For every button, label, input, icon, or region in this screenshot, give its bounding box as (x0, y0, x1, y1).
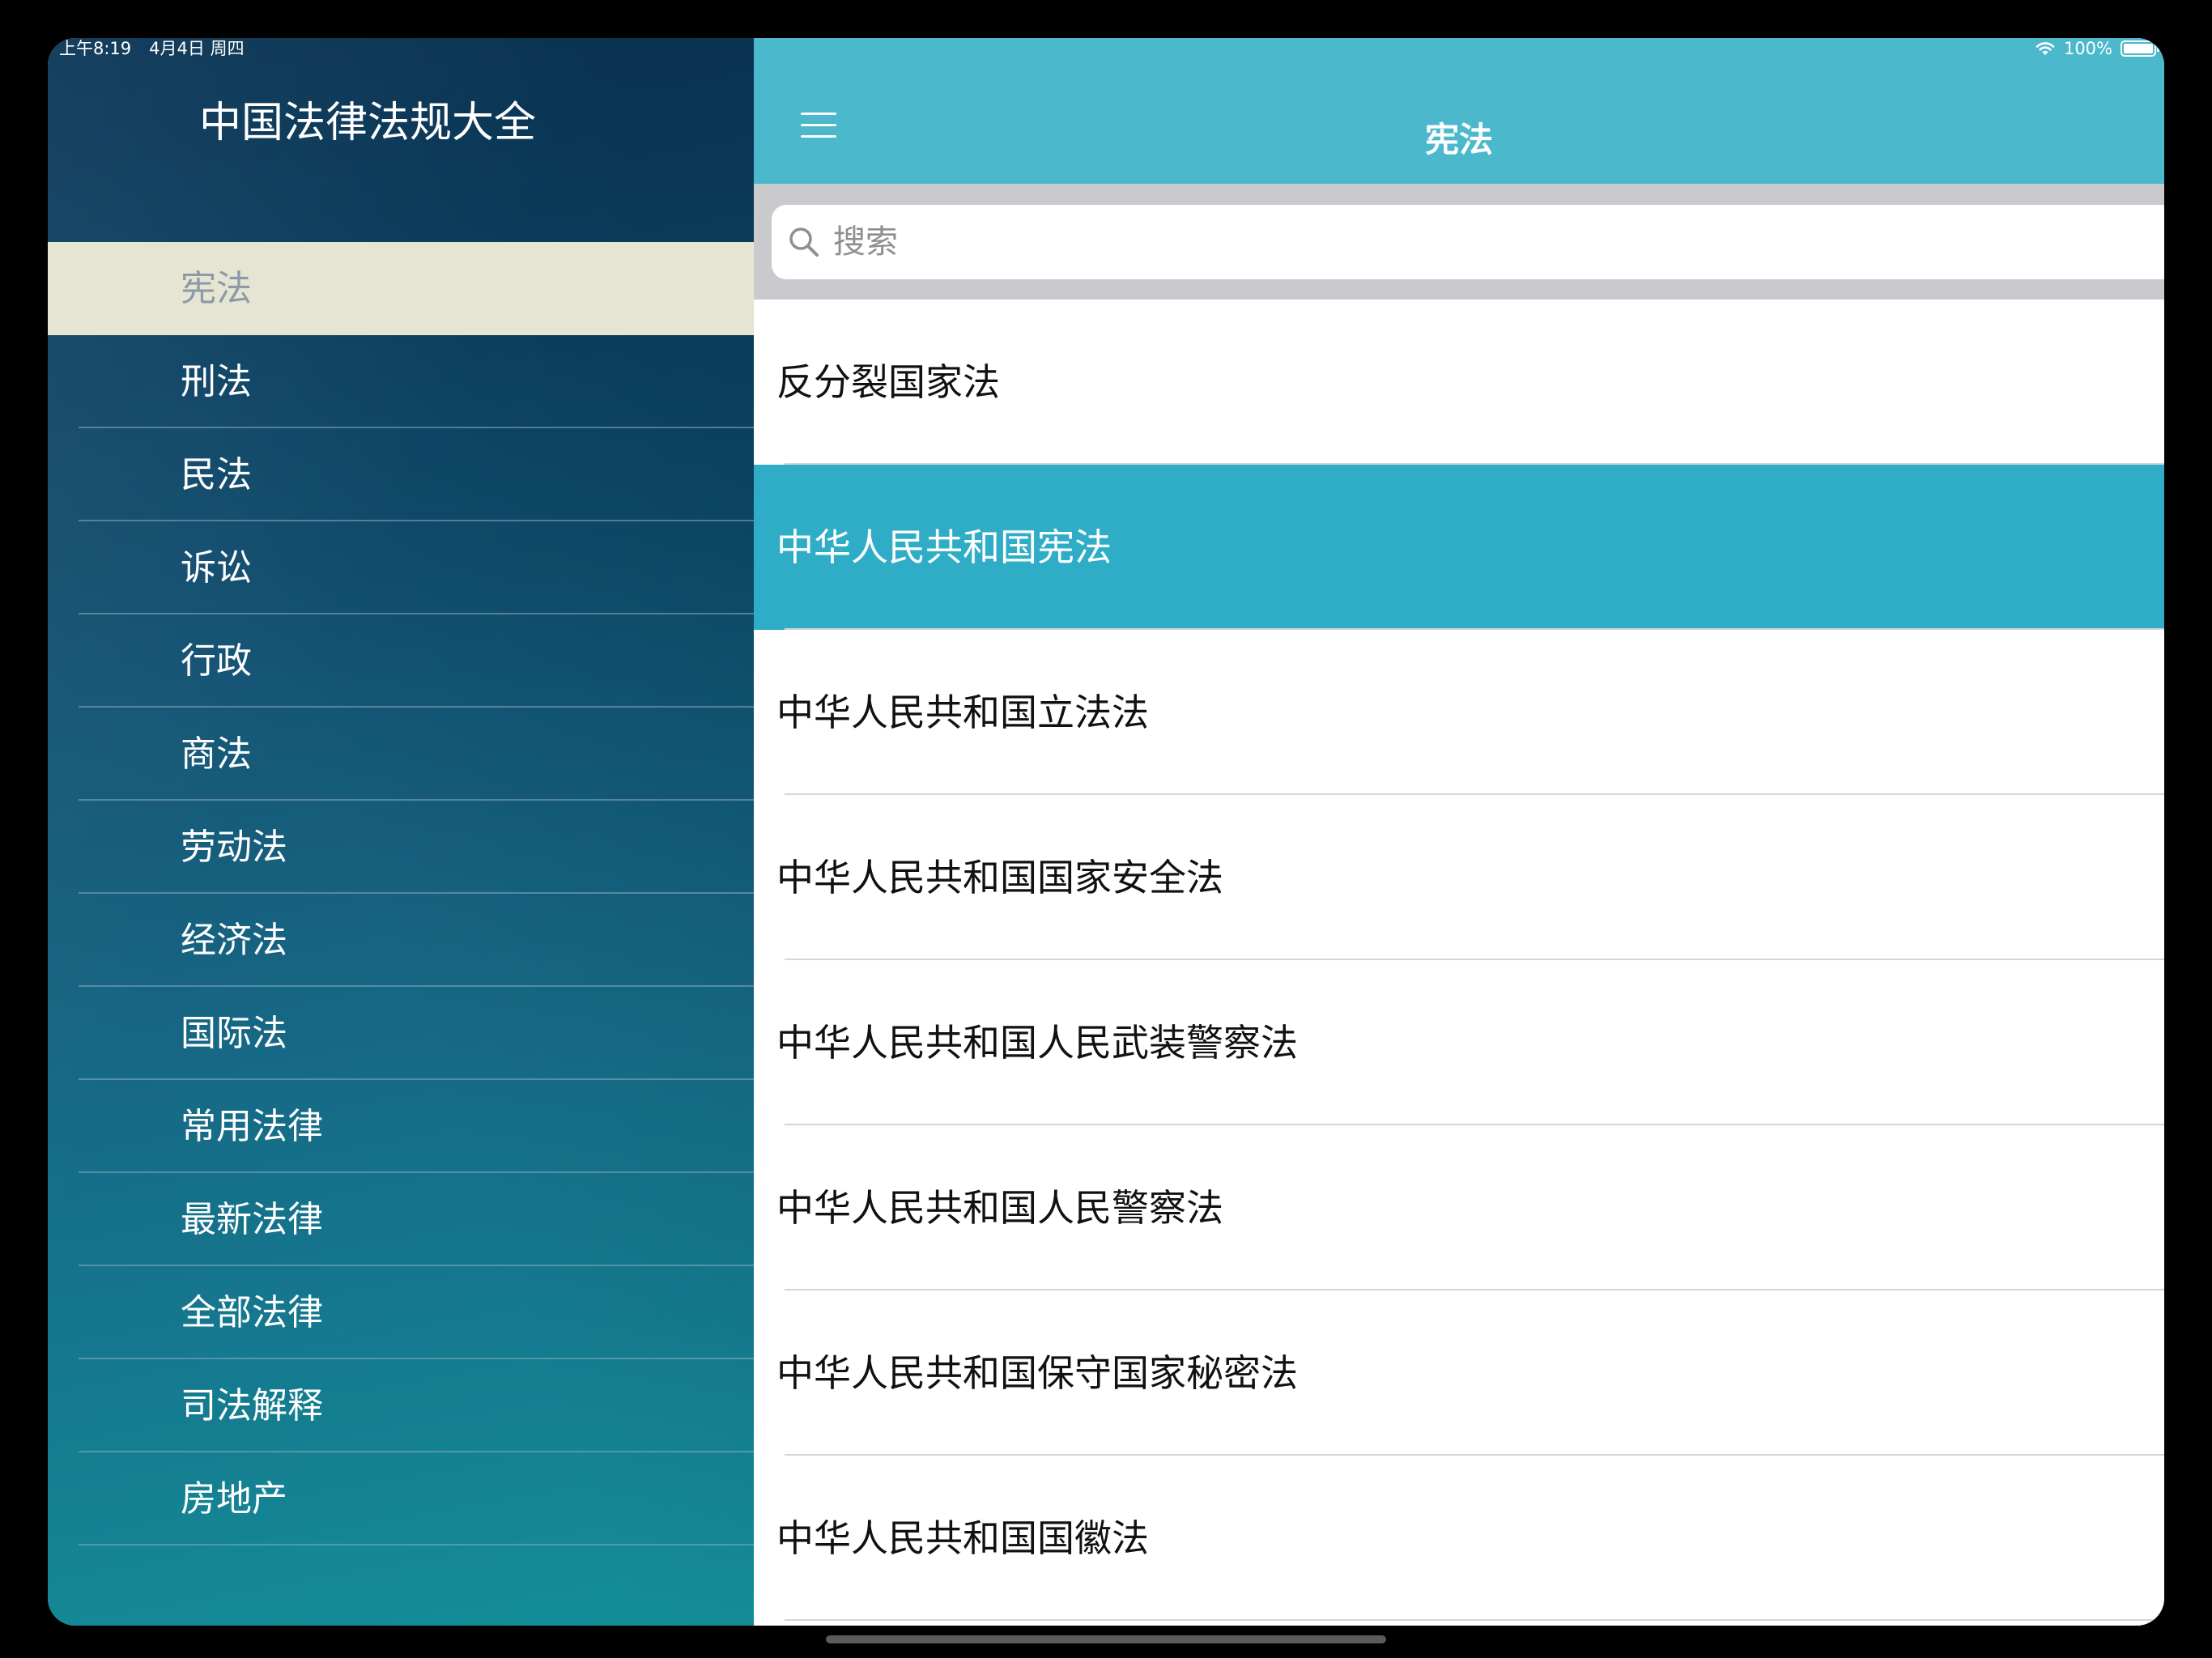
law-list: 反分裂国家法 中华人民共和国宪法 中华人民共和国立法法 中华人民共和国国家安全法… (754, 300, 2164, 1621)
ipad-screen: 上午8:19 4月4日 周四 中国法律法规大全 宪法 刑法 民法 诉讼 行政 商法… (48, 38, 2164, 1626)
sidebar-item-label: 民法 (181, 454, 252, 495)
list-item-label: 中华人民共和国宪法 (776, 525, 1112, 569)
sidebar-item-label: 商法 (181, 733, 252, 775)
main-panel: 100% 宪法 反分裂国家法 中华人民共和国宪法 中华人民共和国立法法 中华人民… (754, 38, 2164, 1626)
sidebar-item-label: 诉讼 (181, 547, 252, 589)
sidebar: 上午8:19 4月4日 周四 中国法律法规大全 宪法 刑法 民法 诉讼 行政 商法… (48, 38, 754, 1626)
sidebar-item-label: 宪法 (181, 268, 252, 309)
sidebar-item-all-laws[interactable]: 全部法律 (48, 1266, 754, 1359)
search-field[interactable] (772, 205, 2164, 279)
search-icon (789, 227, 819, 257)
battery-percent: 100% (2063, 39, 2112, 58)
list-item[interactable]: 中华人民共和国立法法 (754, 630, 2164, 795)
sidebar-item-international-law[interactable]: 国际法 (48, 987, 754, 1080)
list-item-label: 反分裂国家法 (776, 360, 1000, 404)
status-date: 4月4日 周四 (149, 39, 245, 58)
home-indicator[interactable] (826, 1635, 1386, 1643)
sidebar-item-economic-law[interactable]: 经济法 (48, 894, 754, 987)
search-bar (754, 184, 2164, 300)
sidebar-item-commercial-law[interactable]: 商法 (48, 708, 754, 801)
sidebar-item-administrative[interactable]: 行政 (48, 614, 754, 708)
wifi-icon (2035, 42, 2055, 55)
list-item[interactable]: 反分裂国家法 (754, 300, 2164, 465)
sidebar-item-civil-law[interactable]: 民法 (48, 428, 754, 521)
list-item-label: 中华人民共和国人民警察法 (776, 1186, 1223, 1230)
sidebar-item-label: 司法解释 (181, 1385, 323, 1426)
page-title: 宪法 (1424, 120, 1493, 159)
sidebar-item-label: 房地产 (181, 1478, 287, 1520)
list-item-label: 中华人民共和国国家安全法 (776, 856, 1223, 899)
sidebar-item-latest-laws[interactable]: 最新法律 (48, 1173, 754, 1266)
sidebar-item-label: 全部法律 (181, 1292, 323, 1333)
sidebar-item-label: 经济法 (181, 920, 287, 961)
sidebar-item-label: 常用法律 (181, 1106, 323, 1147)
list-item-label: 中华人民共和国保守国家秘密法 (776, 1351, 1298, 1395)
list-item[interactable]: 中华人民共和国人民武装警察法 (754, 960, 2164, 1125)
navigation-bar: 100% 宪法 (754, 38, 2164, 184)
sidebar-item-constitution[interactable]: 宪法 (48, 242, 754, 335)
sidebar-item-label: 劳动法 (181, 827, 287, 868)
sidebar-item-common-laws[interactable]: 常用法律 (48, 1080, 754, 1173)
sidebar-item-label: 国际法 (181, 1013, 287, 1054)
sidebar-item-criminal-law[interactable]: 刑法 (48, 335, 754, 428)
status-bar-right: 100% (2035, 38, 2159, 59)
list-item[interactable]: 中华人民共和国人民警察法 (754, 1125, 2164, 1290)
list-item[interactable]: 中华人民共和国国家安全法 (754, 795, 2164, 960)
sidebar-item-labor-law[interactable]: 劳动法 (48, 801, 754, 894)
sidebar-menu: 宪法 刑法 民法 诉讼 行政 商法 劳动法 经济法 国际法 常用法律 最新法律 … (48, 242, 754, 1545)
list-item-label: 中华人民共和国立法法 (776, 691, 1149, 734)
status-time: 上午8:19 (59, 39, 132, 58)
sidebar-item-real-estate[interactable]: 房地产 (48, 1452, 754, 1545)
app-title: 中国法律法规大全 (198, 99, 536, 147)
sidebar-item-label: 最新法律 (181, 1199, 323, 1240)
list-item[interactable]: 中华人民共和国保守国家秘密法 (754, 1290, 2164, 1456)
sidebar-item-litigation[interactable]: 诉讼 (48, 521, 754, 614)
sidebar-item-label: 刑法 (181, 361, 252, 402)
sidebar-item-label: 行政 (181, 640, 252, 682)
list-item-label: 中华人民共和国人民武装警察法 (776, 1021, 1298, 1065)
search-input[interactable] (833, 210, 2164, 274)
list-item-selected[interactable]: 中华人民共和国宪法 (754, 465, 2164, 630)
list-item[interactable]: 中华人民共和国国徽法 (754, 1456, 2164, 1621)
list-item-label: 中华人民共和国国徽法 (776, 1516, 1149, 1560)
battery-icon (2121, 40, 2159, 57)
sidebar-item-judicial-interpretation[interactable]: 司法解释 (48, 1359, 754, 1452)
status-bar-left: 上午8:19 4月4日 周四 (59, 38, 262, 59)
